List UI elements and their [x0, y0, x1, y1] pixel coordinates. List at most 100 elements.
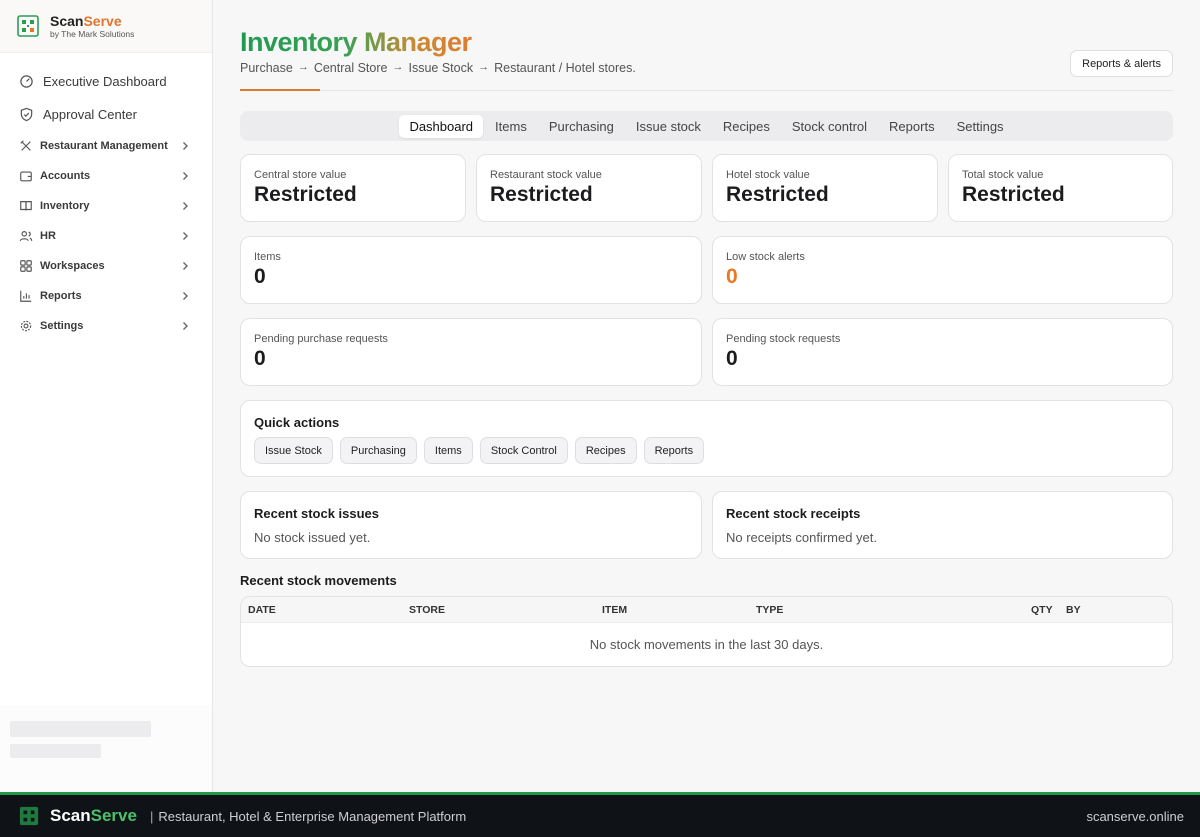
- card-value: 0: [254, 347, 266, 370]
- card-value: 0: [726, 347, 738, 370]
- tab-settings[interactable]: Settings: [947, 115, 1014, 138]
- grid-icon: [20, 260, 32, 272]
- book-icon: [20, 201, 32, 211]
- breadcrumb-item: Central Store: [313, 61, 388, 75]
- chevron-right-icon: [183, 172, 188, 180]
- breadcrumb-item: Restaurant / Hotel stores.: [494, 61, 636, 75]
- wallet-icon: [20, 171, 32, 182]
- shield-check-icon: [20, 107, 33, 122]
- footer-domain-link[interactable]: scanserve.online: [1086, 809, 1184, 824]
- recent-stock-receipts-card: Recent stock receipts No receipts confir…: [712, 491, 1173, 559]
- column-header-by: BY: [1066, 604, 1081, 616]
- sidebar-item-reports[interactable]: Reports: [0, 281, 212, 311]
- empty-state-text: No stock issued yet.: [254, 530, 371, 545]
- card-label: Pending purchase requests: [254, 333, 388, 345]
- card-value: Restricted: [726, 183, 829, 206]
- empty-state-text: No receipts confirmed yet.: [726, 530, 878, 545]
- page-title: Inventory Manager: [240, 27, 472, 57]
- footer: ScanServe | Restaurant, Hotel & Enterpri…: [0, 792, 1200, 837]
- issue-stock-button[interactable]: Issue Stock: [254, 437, 333, 464]
- card-label: Items: [254, 251, 281, 263]
- card-label: Pending stock requests: [726, 333, 841, 345]
- card-value: 0: [726, 265, 738, 288]
- bar-chart-icon: [20, 290, 32, 302]
- sidebar-item-hr[interactable]: HR: [0, 221, 212, 251]
- restaurant-stock-value-card: Restaurant stock value Restricted: [476, 154, 702, 222]
- recipes-button[interactable]: Recipes: [574, 437, 637, 464]
- page-header: Inventory Manager Purchase → Central Sto…: [240, 0, 1173, 91]
- sidebar-item-inventory[interactable]: Inventory: [0, 191, 212, 221]
- breadcrumb: Purchase → Central Store → Issue Stock →…: [240, 61, 641, 75]
- sidebar-item-restaurant-management[interactable]: Restaurant Management: [0, 131, 212, 161]
- column-header-store: STORE: [409, 604, 445, 616]
- stock-movements-table: DATE STORE ITEM TYPE QTY BY No stock mov…: [240, 596, 1173, 667]
- column-header-date: DATE: [248, 604, 276, 616]
- purchasing-button[interactable]: Purchasing: [339, 437, 417, 464]
- sidebar-item-approval-center[interactable]: Approval Center: [0, 98, 212, 131]
- tab-reports[interactable]: Reports: [879, 115, 945, 138]
- pending-stock-requests-card: Pending stock requests 0: [712, 318, 1173, 386]
- tab-issue-stock[interactable]: Issue stock: [626, 115, 711, 138]
- footer-separator: |: [149, 808, 154, 824]
- pending-purchase-requests-card: Pending purchase requests 0: [240, 318, 702, 386]
- card-value: Restricted: [490, 183, 593, 206]
- items-count-card: Items 0: [240, 236, 702, 304]
- card-value: Restricted: [254, 183, 357, 206]
- tab-purchasing[interactable]: Purchasing: [539, 115, 624, 138]
- section-title: Recent stock issues: [254, 506, 380, 521]
- brand-subtitle: by The Mark Solutions: [50, 28, 135, 39]
- reports-alerts-button[interactable]: Reports & alerts: [1070, 50, 1173, 77]
- column-header-item: ITEM: [602, 604, 628, 616]
- reports-button[interactable]: Reports: [643, 437, 705, 464]
- breadcrumb-item: Purchase: [240, 61, 293, 75]
- table-empty-state: No stock movements in the last 30 days.: [589, 637, 824, 652]
- central-store-value-card: Central store value Restricted: [240, 154, 466, 222]
- skeleton-bar: [10, 744, 101, 758]
- utensils-icon: [20, 140, 31, 151]
- card-label: Central store value: [254, 169, 347, 181]
- scanserve-logo-icon: [17, 15, 39, 37]
- loading-skeleton: [0, 705, 212, 792]
- card-label: Hotel stock value: [726, 169, 810, 181]
- breadcrumb-item: Issue Stock: [408, 61, 474, 75]
- column-header-qty: QTY: [1031, 604, 1053, 616]
- breadcrumb-arrow: →: [478, 61, 490, 73]
- quick-actions-card: Quick actions Issue Stock Purchasing Ite…: [240, 400, 1173, 477]
- quick-actions-buttons: Issue Stock Purchasing Items Stock Contr…: [254, 437, 705, 464]
- card-label: Total stock value: [962, 169, 1044, 181]
- brand-name: ScanServe: [50, 12, 122, 29]
- sidebar: ScanServe by The Mark Solutions Executiv…: [0, 0, 213, 792]
- users-icon: [19, 231, 33, 242]
- brand-header[interactable]: ScanServe by The Mark Solutions: [0, 0, 212, 53]
- scanserve-logo-icon: [19, 806, 39, 826]
- tab-dashboard[interactable]: Dashboard: [399, 114, 484, 138]
- gear-icon: [20, 320, 32, 332]
- breadcrumb-arrow: →: [297, 61, 309, 73]
- chevron-right-icon: [183, 202, 188, 210]
- section-title: Recent stock receipts: [726, 506, 861, 521]
- stock-control-button[interactable]: Stock Control: [479, 437, 568, 464]
- recent-movements-title: Recent stock movements: [240, 573, 397, 588]
- tab-items[interactable]: Items: [485, 115, 537, 138]
- activity-icon: [20, 75, 33, 88]
- tab-recipes[interactable]: Recipes: [713, 115, 780, 138]
- items-button[interactable]: Items: [423, 437, 473, 464]
- quick-actions-title: Quick actions: [254, 415, 340, 430]
- low-stock-alerts-card: Low stock alerts 0: [712, 236, 1173, 304]
- tab-stock-control[interactable]: Stock control: [782, 115, 877, 138]
- skeleton-bar: [10, 721, 151, 737]
- column-header-type: TYPE: [756, 604, 784, 616]
- sidebar-item-workspaces[interactable]: Workspaces: [0, 251, 212, 281]
- card-label: Low stock alerts: [726, 251, 805, 263]
- chevron-right-icon: [183, 322, 188, 330]
- breadcrumb-arrow: →: [392, 61, 404, 73]
- chevron-right-icon: [183, 262, 188, 270]
- sidebar-item-executive-dashboard[interactable]: Executive Dashboard: [0, 65, 212, 98]
- chevron-right-icon: [183, 292, 188, 300]
- card-value: 0: [254, 265, 266, 288]
- sidebar-item-accounts[interactable]: Accounts: [0, 161, 212, 191]
- sidebar-item-settings[interactable]: Settings: [0, 311, 212, 341]
- hotel-stock-value-card: Hotel stock value Restricted: [712, 154, 938, 222]
- table-header: DATE STORE ITEM TYPE QTY BY: [241, 597, 1172, 623]
- footer-brand: ScanServe: [50, 806, 137, 825]
